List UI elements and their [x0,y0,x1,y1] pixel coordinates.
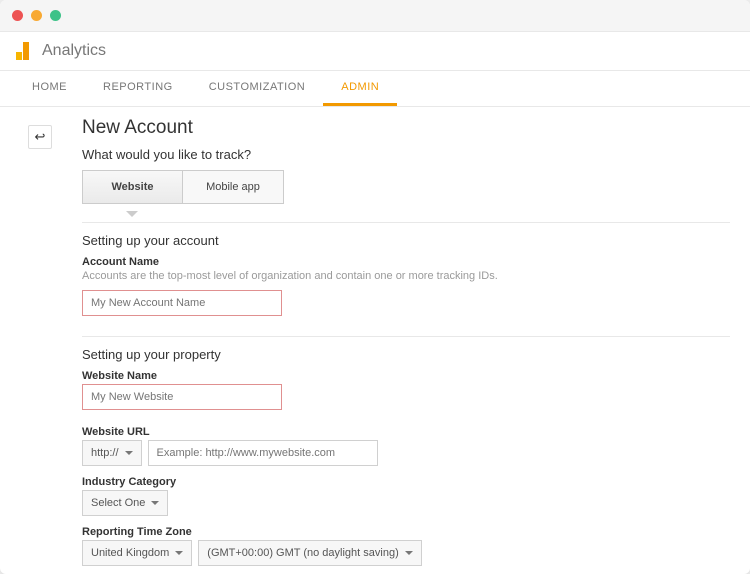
website-name-label: Website Name [82,370,730,382]
track-question: What would you like to track? [82,147,730,162]
section-property: Setting up your property Website Name We… [82,336,730,566]
page-title: New Account [82,117,730,139]
back-button[interactable]: ↩ [28,125,52,149]
section-account-title: Setting up your account [82,233,730,248]
track-toggle: Website Mobile app [82,170,284,204]
protocol-value: http:// [91,447,119,459]
chevron-down-icon [125,451,133,455]
protocol-select[interactable]: http:// [82,440,142,466]
tab-admin[interactable]: ADMIN [323,71,397,106]
tz-country-select[interactable]: United Kingdom [82,540,192,566]
chevron-down-icon [151,501,159,505]
app-header: Analytics [0,32,750,71]
toggle-mobile[interactable]: Mobile app [183,171,283,203]
timezone-label: Reporting Time Zone [82,526,730,538]
account-name-input[interactable] [82,290,282,316]
titlebar [0,0,750,32]
minimize-icon[interactable] [31,10,42,21]
industry-value: Select One [91,497,145,509]
toggle-pointer-icon [126,211,138,217]
account-name-label: Account Name [82,256,730,268]
content: New Account What would you like to track… [82,107,750,574]
window: Analytics HOME REPORTING CUSTOMIZATION A… [0,0,750,574]
tab-home[interactable]: HOME [14,71,85,106]
website-url-label: Website URL [82,426,730,438]
section-account: Setting up your account Account Name Acc… [82,222,730,326]
website-name-input[interactable] [82,384,282,410]
close-icon[interactable] [12,10,23,21]
app-name: Analytics [42,42,106,60]
section-property-title: Setting up your property [82,347,730,362]
body: ↩ New Account What would you like to tra… [0,107,750,574]
nav-tabs: HOME REPORTING CUSTOMIZATION ADMIN [0,71,750,107]
tz-country-value: United Kingdom [91,547,169,559]
tab-customization[interactable]: CUSTOMIZATION [191,71,324,106]
back-arrow-icon: ↩ [35,129,46,145]
zoom-icon[interactable] [50,10,61,21]
industry-select[interactable]: Select One [82,490,168,516]
analytics-logo-icon [16,42,32,60]
account-name-help: Accounts are the top-most level of organ… [82,270,730,282]
tz-offset-select[interactable]: (GMT+00:00) GMT (no daylight saving) [198,540,421,566]
toggle-website[interactable]: Website [83,171,183,203]
industry-label: Industry Category [82,476,730,488]
website-url-input[interactable] [148,440,378,466]
chevron-down-icon [175,551,183,555]
tab-reporting[interactable]: REPORTING [85,71,191,106]
tz-offset-value: (GMT+00:00) GMT (no daylight saving) [207,547,398,559]
chevron-down-icon [405,551,413,555]
